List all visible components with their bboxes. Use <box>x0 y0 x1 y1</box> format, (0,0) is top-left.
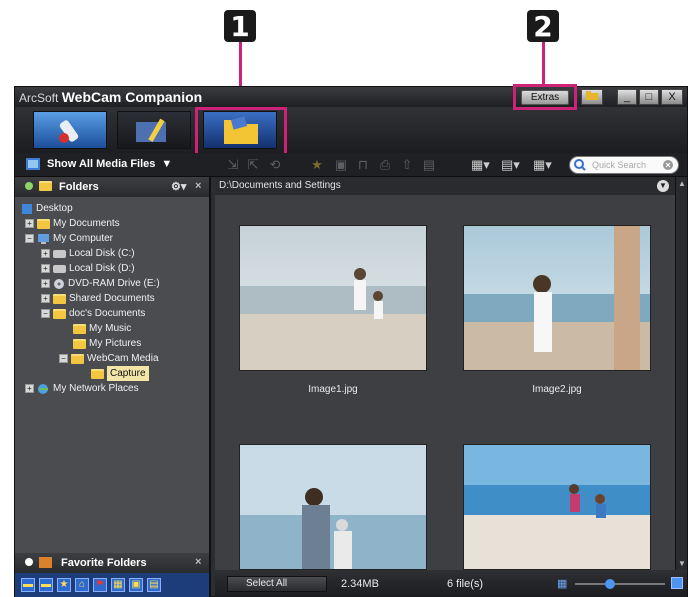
path-dropdown-icon[interactable]: ▼ <box>657 180 669 192</box>
folders-panel: Folders ⚙▾ × Desktop + My Documents − My C… <box>15 177 211 597</box>
vertical-scrollbar[interactable]: ▲ ▼ <box>675 177 687 570</box>
status-bar: Select All 2.34MB 6 file(s) ▦ <box>215 570 687 597</box>
view-mode-icon[interactable]: ▦▾ <box>471 157 490 173</box>
tree-item-webcam-media[interactable]: − WebCam Media <box>59 351 159 366</box>
path-bar: D:\Documents and Settings ▼ <box>215 177 675 195</box>
webcam-icon <box>59 120 79 143</box>
tree-item-capture[interactable]: Capture <box>91 366 149 381</box>
search-icon <box>574 159 586 171</box>
gear-icon[interactable]: ⚙▾ <box>171 180 186 193</box>
media-browser: D:\Documents and Settings ▼ Image1.jpg I… <box>215 177 675 570</box>
grid-icon[interactable]: ▦▾ <box>533 157 552 173</box>
file-count: 6 file(s) <box>447 578 484 590</box>
tree-item-local-disk-c[interactable]: + Local Disk (C:) <box>41 246 135 261</box>
computer-icon <box>38 233 49 244</box>
close-icon[interactable]: × <box>195 180 201 192</box>
callout-2-highlight <box>513 84 577 110</box>
rotate-icon[interactable]: ⟲ <box>267 157 283 173</box>
mode-tab-edit[interactable] <box>117 111 191 149</box>
mode-tab-capture[interactable] <box>33 111 107 149</box>
thumbnail-label: Image2.jpg <box>532 384 582 395</box>
current-path: D:\Documents and Settings <box>219 180 341 191</box>
tree-item-shared-documents[interactable]: + Shared Documents <box>41 291 155 306</box>
status-dot-icon <box>25 182 33 190</box>
delete-icon[interactable]: ▤ <box>421 157 437 173</box>
calendar-icon[interactable]: ▦ <box>111 578 125 592</box>
scroll-down-icon[interactable]: ▼ <box>678 559 686 568</box>
grid-icon[interactable]: ▤ <box>147 578 161 592</box>
close-button[interactable]: X <box>661 89 683 105</box>
zoom-slider[interactable] <box>575 579 665 589</box>
folders-panel-header: Folders ⚙▾ × <box>15 177 209 197</box>
beach-photo <box>464 445 650 569</box>
import-icon[interactable]: ⇲ <box>225 157 241 173</box>
image-icon[interactable]: ▣ <box>129 578 143 592</box>
flag-icon[interactable]: ⚑ <box>93 578 107 592</box>
network-icon <box>38 383 48 394</box>
zoom-slider-handle[interactable] <box>605 579 615 589</box>
home-icon[interactable]: ⌂ <box>75 578 89 592</box>
open-folder-button[interactable] <box>581 89 603 105</box>
show-all-media-dropdown[interactable]: Show All Media Files ▼ <box>25 157 172 171</box>
tree-item-my-computer[interactable]: − My Computer <box>25 231 113 246</box>
dvd-icon <box>54 278 64 289</box>
tree-item-docs-documents[interactable]: − doc's Documents <box>41 306 145 321</box>
star-icon[interactable]: ★ <box>57 578 71 592</box>
chevron-down-icon: ▼ <box>161 158 173 170</box>
maximize-button[interactable]: □ <box>639 89 659 105</box>
tree-item-my-network-places[interactable]: + My Network Places <box>25 381 139 396</box>
media-icon <box>26 158 40 170</box>
scroll-up-icon[interactable]: ▲ <box>678 179 686 188</box>
favorite-folder-icon <box>39 557 52 568</box>
lock-icon[interactable]: ⊓ <box>355 157 371 173</box>
folders-panel-title: Folders <box>59 181 99 193</box>
thumbnail-image4[interactable] <box>463 444 651 570</box>
select-all-button[interactable]: Select All <box>227 576 327 592</box>
total-size: 2.34MB <box>341 578 379 590</box>
callout-2-badge: 2 <box>527 10 559 43</box>
favorites-panel-title: Favorite Folders <box>61 557 147 569</box>
clear-search-icon[interactable] <box>663 160 673 170</box>
tree-item-dvd-drive[interactable]: + DVD-RAM Drive (E:) <box>41 276 160 291</box>
upload-icon[interactable]: ⇧ <box>399 157 415 173</box>
app-window: ArcSoft WebCam Companion Extras _ □ X Sh… <box>14 84 688 597</box>
favorites-toolbar: ▬ ▬ ★ ⌂ ⚑ ▦ ▣ ▤ <box>15 573 209 597</box>
tree-item-local-disk-d[interactable]: + Local Disk (D:) <box>41 261 135 276</box>
callout-1-badge: 1 <box>224 10 256 43</box>
folder-icon[interactable]: ▬ <box>21 578 35 592</box>
tree-item-my-documents[interactable]: + My Documents <box>25 216 120 231</box>
desktop-icon <box>22 203 32 214</box>
beach-photo <box>464 226 650 370</box>
mode-bar <box>15 107 687 153</box>
tree-item-my-music[interactable]: My Music <box>73 321 131 336</box>
tree-item-my-pictures[interactable]: My Pictures <box>73 336 141 351</box>
toolbar: Show All Media Files ▼ ⇲ ⇱ ⟲ ★ ▣ ⊓ ⎙ ⇧ ▤… <box>15 153 687 177</box>
app-title: ArcSoft WebCam Companion <box>19 89 203 105</box>
tree-item-desktop[interactable]: Desktop <box>21 201 73 216</box>
sort-icon[interactable]: ▤▾ <box>501 157 520 173</box>
export-icon[interactable]: ⇱ <box>245 157 261 173</box>
folder-icon <box>586 91 598 100</box>
thumbnail-image3[interactable] <box>239 444 427 570</box>
status-dot-icon <box>25 558 33 566</box>
callout-1-highlight <box>195 107 287 157</box>
close-icon[interactable]: × <box>195 556 201 568</box>
beach-photo <box>240 445 426 569</box>
edit-icon <box>136 118 166 142</box>
thumbnail-image1[interactable] <box>239 225 427 371</box>
folder-icon <box>39 181 52 191</box>
print-icon[interactable]: ⎙ <box>377 157 393 173</box>
beach-photo <box>240 226 426 370</box>
star-icon[interactable]: ★ <box>309 157 325 173</box>
thumbnail-size-icon: ▦ <box>557 578 568 590</box>
thumbnail-label: Image1.jpg <box>308 384 358 395</box>
minimize-button[interactable]: _ <box>617 89 637 105</box>
title-bar: ArcSoft WebCam Companion Extras _ □ X <box>15 87 687 107</box>
large-thumbnail-icon[interactable] <box>671 577 683 589</box>
favorites-panel-header: Favorite Folders × <box>15 553 209 573</box>
favorite-folder-icon[interactable]: ▬ <box>39 578 53 592</box>
callout-2-line <box>542 42 545 86</box>
picture-icon[interactable]: ▣ <box>333 157 349 173</box>
thumbnail-image2[interactable] <box>463 225 651 371</box>
